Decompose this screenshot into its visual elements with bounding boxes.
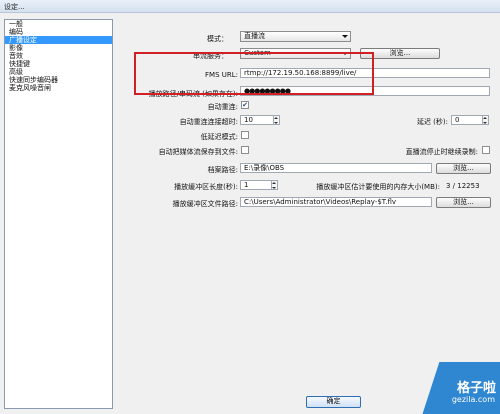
auto-reconnect-checkbox[interactable]: ✔: [241, 101, 249, 109]
spinner-arrows-icon[interactable]: [273, 116, 279, 124]
sidebar-item-video[interactable]: 影像: [5, 44, 112, 52]
watermark-site: gezila.com: [451, 395, 495, 404]
window-title: 设定...: [4, 3, 25, 11]
sidebar-item-noise-gate[interactable]: 麦克风噪音闸: [5, 84, 112, 92]
low-latency-checkbox[interactable]: [241, 131, 249, 139]
sidebar-item-broadcast[interactable]: 广播设定: [5, 36, 112, 44]
file-path-label: 档案路径:: [207, 166, 238, 174]
chevron-down-icon: [342, 35, 348, 38]
reconnect-timeout-label: 自动重连连接超时:: [179, 118, 238, 126]
settings-sidebar: 一般 编码 广播设定 影像 音效 快捷键 高级 快速同步编码器 麦克风噪音闸: [4, 19, 113, 409]
replay-memory-value: 3 / 12253: [446, 182, 480, 190]
keep-recording-checkbox[interactable]: [482, 146, 490, 154]
settings-window: 设定... 一般 编码 广播设定 影像 音效 快捷键 高级 快速同步编码器 麦克…: [0, 0, 500, 414]
spinner-arrows-icon[interactable]: [271, 181, 277, 189]
watermark: 格子啦 gezila.com: [420, 352, 500, 414]
replay-path-browse-button[interactable]: 浏览...: [436, 197, 491, 208]
sidebar-item-quicksync[interactable]: 快速同步编码器: [5, 76, 112, 84]
replay-memory-label: 播放缓冲区估计要使用的内存大小(MB):: [316, 183, 440, 191]
sidebar-item-general[interactable]: 一般: [5, 20, 112, 28]
auto-save-checkbox[interactable]: [241, 146, 249, 154]
auto-reconnect-label: 自动重连:: [207, 103, 238, 111]
sidebar-item-advanced[interactable]: 高级: [5, 68, 112, 76]
mode-value: 直播流: [244, 32, 265, 40]
ok-button[interactable]: 确定: [306, 396, 361, 408]
replay-length-value: 1: [244, 181, 249, 189]
auto-save-label: 自动把媒体流保存到文件:: [158, 148, 238, 156]
delay-label: 延迟 (秒):: [416, 118, 448, 126]
spinner-arrows-icon[interactable]: [482, 116, 488, 124]
sidebar-item-encoding[interactable]: 编码: [5, 28, 112, 36]
file-path-browse-button[interactable]: 浏览...: [436, 163, 491, 174]
delay-value: 0: [455, 116, 460, 124]
delay-input[interactable]: 0: [451, 115, 489, 125]
mode-label: 模式：: [207, 35, 228, 43]
reconnect-timeout-input[interactable]: 10: [240, 115, 280, 125]
sidebar-item-audio[interactable]: 音效: [5, 52, 112, 60]
watermark-title: 格子啦: [456, 381, 496, 396]
replay-path-label: 播放缓冲区文件路径:: [172, 200, 238, 208]
sidebar-item-hotkeys[interactable]: 快捷键: [5, 60, 112, 68]
replay-length-input[interactable]: 1: [240, 180, 278, 190]
title-bar[interactable]: 设定...: [0, 0, 500, 13]
reconnect-timeout-value: 10: [244, 116, 253, 124]
keep-recording-label: 直播流停止时继续录制:: [405, 148, 478, 156]
highlight-annotation-box: [134, 52, 374, 95]
low-latency-label: 低延迟模式:: [200, 133, 238, 141]
file-path-input[interactable]: E:\录像\OBS: [240, 163, 432, 173]
mode-select[interactable]: 直播流: [240, 31, 351, 42]
replay-path-input[interactable]: C:\Users\Administrator\Videos\Replay-$T.…: [240, 197, 432, 207]
replay-length-label: 播放缓冲区长度(秒):: [174, 183, 238, 191]
